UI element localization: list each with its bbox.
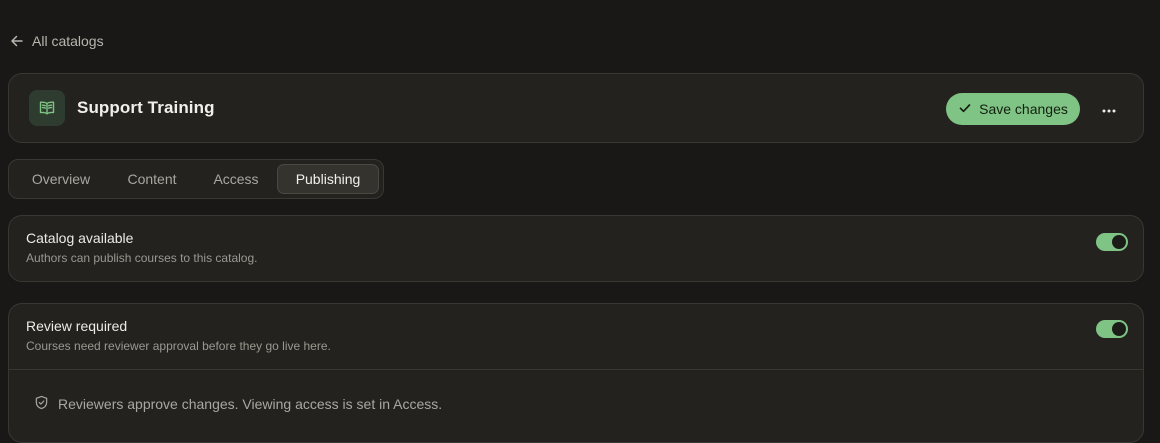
- catalog-available-toggle[interactable]: [1096, 233, 1128, 251]
- arrow-left-icon: [10, 34, 24, 48]
- catalog-tabs: Overview Content Access Publishing: [8, 159, 384, 199]
- more-options-button[interactable]: [1094, 94, 1124, 124]
- setting-title: Review required: [26, 318, 128, 334]
- tab-overview[interactable]: Overview: [13, 164, 109, 194]
- divider: [9, 369, 1143, 370]
- toggle-knob: [1112, 235, 1126, 249]
- tab-content[interactable]: Content: [109, 164, 195, 194]
- setting-title: Catalog available: [26, 230, 134, 246]
- back-link-all-catalogs[interactable]: All catalogs: [10, 31, 104, 51]
- setting-card-catalog-available: Catalog available Authors can publish co…: [8, 215, 1144, 282]
- save-changes-button[interactable]: Save changes: [946, 93, 1080, 125]
- setting-description: Courses need reviewer approval before th…: [26, 339, 331, 353]
- shield-check-icon: [34, 395, 49, 413]
- tab-access[interactable]: Access: [195, 164, 277, 194]
- more-horizontal-icon: [1102, 100, 1116, 118]
- page-title: Support Training: [77, 98, 215, 117]
- back-link-label: All catalogs: [32, 33, 104, 49]
- toggle-knob: [1112, 322, 1126, 336]
- review-required-toggle[interactable]: [1096, 320, 1128, 338]
- check-icon: [958, 101, 972, 118]
- setting-card-review-required: Review required Courses need reviewer ap…: [8, 303, 1144, 443]
- save-changes-label: Save changes: [979, 101, 1068, 117]
- review-note: Reviewers approve changes. Viewing acces…: [34, 395, 442, 413]
- setting-description: Authors can publish courses to this cata…: [26, 251, 258, 265]
- review-note-text: Reviewers approve changes. Viewing acces…: [58, 396, 443, 412]
- book-open-icon: [29, 90, 65, 126]
- catalog-header-card: Support Training Save changes: [8, 73, 1144, 143]
- tab-publishing[interactable]: Publishing: [277, 164, 379, 194]
